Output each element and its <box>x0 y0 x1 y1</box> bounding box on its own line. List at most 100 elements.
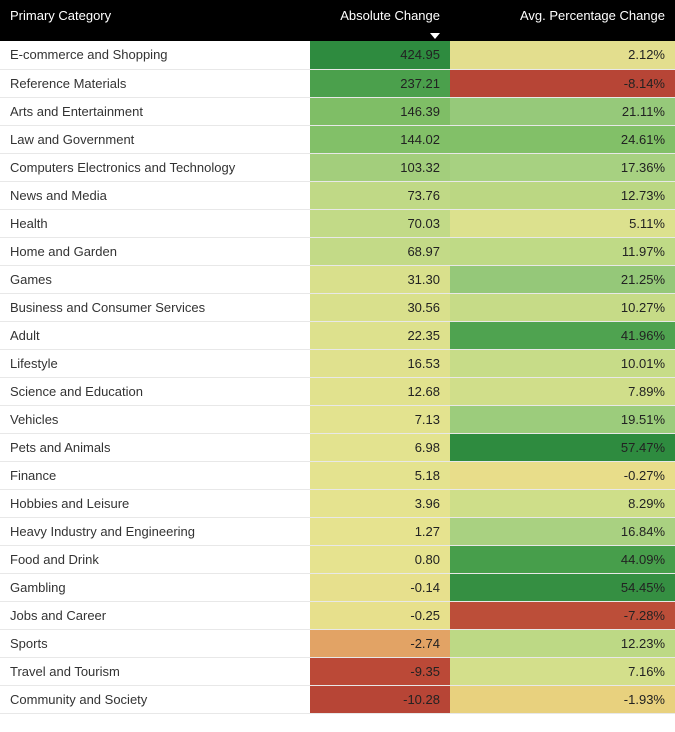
cell-percent: 7.89% <box>450 377 675 405</box>
table-row[interactable]: Law and Government144.0224.61% <box>0 125 675 153</box>
cell-percent: 54.45% <box>450 573 675 601</box>
table-row[interactable]: Games31.3021.25% <box>0 265 675 293</box>
cell-percent: 21.11% <box>450 97 675 125</box>
table-row[interactable]: Travel and Tourism-9.357.16% <box>0 657 675 685</box>
table-body: E-commerce and Shopping424.952.12%Refere… <box>0 41 675 713</box>
cell-percent: -0.27% <box>450 461 675 489</box>
header-absolute[interactable]: Absolute Change <box>310 0 450 41</box>
table-row[interactable]: Hobbies and Leisure3.968.29% <box>0 489 675 517</box>
cell-absolute: 424.95 <box>310 41 450 69</box>
cell-percent: 19.51% <box>450 405 675 433</box>
cell-absolute: 31.30 <box>310 265 450 293</box>
cell-category: E-commerce and Shopping <box>0 41 310 69</box>
cell-absolute: 73.76 <box>310 181 450 209</box>
header-category[interactable]: Primary Category <box>0 0 310 41</box>
cell-percent: 41.96% <box>450 321 675 349</box>
cell-absolute: 68.97 <box>310 237 450 265</box>
cell-category: Law and Government <box>0 125 310 153</box>
sort-desc-icon <box>430 33 440 39</box>
table-row[interactable]: E-commerce and Shopping424.952.12% <box>0 41 675 69</box>
cell-percent: 2.12% <box>450 41 675 69</box>
cell-absolute: -2.74 <box>310 629 450 657</box>
table-row[interactable]: Home and Garden68.9711.97% <box>0 237 675 265</box>
cell-absolute: 70.03 <box>310 209 450 237</box>
table-row[interactable]: Heavy Industry and Engineering1.2716.84% <box>0 517 675 545</box>
cell-percent: 12.73% <box>450 181 675 209</box>
cell-category: Lifestyle <box>0 349 310 377</box>
cell-absolute: 146.39 <box>310 97 450 125</box>
cell-category: Pets and Animals <box>0 433 310 461</box>
cell-category: Finance <box>0 461 310 489</box>
cell-category: Hobbies and Leisure <box>0 489 310 517</box>
cell-category: Games <box>0 265 310 293</box>
table-row[interactable]: Finance5.18-0.27% <box>0 461 675 489</box>
table-row[interactable]: Reference Materials237.21-8.14% <box>0 69 675 97</box>
cell-percent: 12.23% <box>450 629 675 657</box>
table-row[interactable]: News and Media73.7612.73% <box>0 181 675 209</box>
cell-category: Adult <box>0 321 310 349</box>
cell-category: Jobs and Career <box>0 601 310 629</box>
cell-percent: 16.84% <box>450 517 675 545</box>
cell-absolute: 7.13 <box>310 405 450 433</box>
header-percent-label: Avg. Percentage Change <box>520 8 665 23</box>
cell-absolute: 1.27 <box>310 517 450 545</box>
cell-absolute: 144.02 <box>310 125 450 153</box>
cell-percent: 24.61% <box>450 125 675 153</box>
cell-category: Heavy Industry and Engineering <box>0 517 310 545</box>
cell-percent: 57.47% <box>450 433 675 461</box>
cell-category: Travel and Tourism <box>0 657 310 685</box>
cell-category: Reference Materials <box>0 69 310 97</box>
cell-absolute: 237.21 <box>310 69 450 97</box>
cell-category: Vehicles <box>0 405 310 433</box>
cell-percent: 11.97% <box>450 237 675 265</box>
table-row[interactable]: Pets and Animals6.9857.47% <box>0 433 675 461</box>
cell-percent: -1.93% <box>450 685 675 713</box>
cell-category: Community and Society <box>0 685 310 713</box>
cell-percent: 10.01% <box>450 349 675 377</box>
cell-absolute: 0.80 <box>310 545 450 573</box>
table-row[interactable]: Community and Society-10.28-1.93% <box>0 685 675 713</box>
cell-percent: -7.28% <box>450 601 675 629</box>
cell-percent: 8.29% <box>450 489 675 517</box>
cell-absolute: 103.32 <box>310 153 450 181</box>
cell-category: Science and Education <box>0 377 310 405</box>
table-row[interactable]: Sports-2.7412.23% <box>0 629 675 657</box>
cell-category: Food and Drink <box>0 545 310 573</box>
table-row[interactable]: Food and Drink0.8044.09% <box>0 545 675 573</box>
table-row[interactable]: Science and Education12.687.89% <box>0 377 675 405</box>
cell-percent: 5.11% <box>450 209 675 237</box>
cell-absolute: 6.98 <box>310 433 450 461</box>
table-row[interactable]: Vehicles7.1319.51% <box>0 405 675 433</box>
cell-absolute: -10.28 <box>310 685 450 713</box>
table-row[interactable]: Jobs and Career-0.25-7.28% <box>0 601 675 629</box>
header-absolute-label: Absolute Change <box>340 8 440 23</box>
cell-category: Business and Consumer Services <box>0 293 310 321</box>
cell-absolute: 22.35 <box>310 321 450 349</box>
cell-category: Arts and Entertainment <box>0 97 310 125</box>
cell-absolute: 5.18 <box>310 461 450 489</box>
cell-category: Computers Electronics and Technology <box>0 153 310 181</box>
cell-absolute: -9.35 <box>310 657 450 685</box>
table-header: Primary Category Absolute Change Avg. Pe… <box>0 0 675 41</box>
cell-absolute: -0.14 <box>310 573 450 601</box>
table-row[interactable]: Business and Consumer Services30.5610.27… <box>0 293 675 321</box>
table-row[interactable]: Computers Electronics and Technology103.… <box>0 153 675 181</box>
cell-percent: -8.14% <box>450 69 675 97</box>
table-row[interactable]: Lifestyle16.5310.01% <box>0 349 675 377</box>
cell-category: Health <box>0 209 310 237</box>
header-percent[interactable]: Avg. Percentage Change <box>450 0 675 41</box>
cell-percent: 7.16% <box>450 657 675 685</box>
header-category-label: Primary Category <box>10 8 111 23</box>
cell-absolute: -0.25 <box>310 601 450 629</box>
table-row[interactable]: Adult22.3541.96% <box>0 321 675 349</box>
table-row[interactable]: Gambling-0.1454.45% <box>0 573 675 601</box>
cell-category: Sports <box>0 629 310 657</box>
cell-percent: 21.25% <box>450 265 675 293</box>
cell-absolute: 30.56 <box>310 293 450 321</box>
table-row[interactable]: Arts and Entertainment146.3921.11% <box>0 97 675 125</box>
cell-percent: 10.27% <box>450 293 675 321</box>
data-table: Primary Category Absolute Change Avg. Pe… <box>0 0 675 714</box>
cell-category: News and Media <box>0 181 310 209</box>
cell-absolute: 12.68 <box>310 377 450 405</box>
table-row[interactable]: Health70.035.11% <box>0 209 675 237</box>
